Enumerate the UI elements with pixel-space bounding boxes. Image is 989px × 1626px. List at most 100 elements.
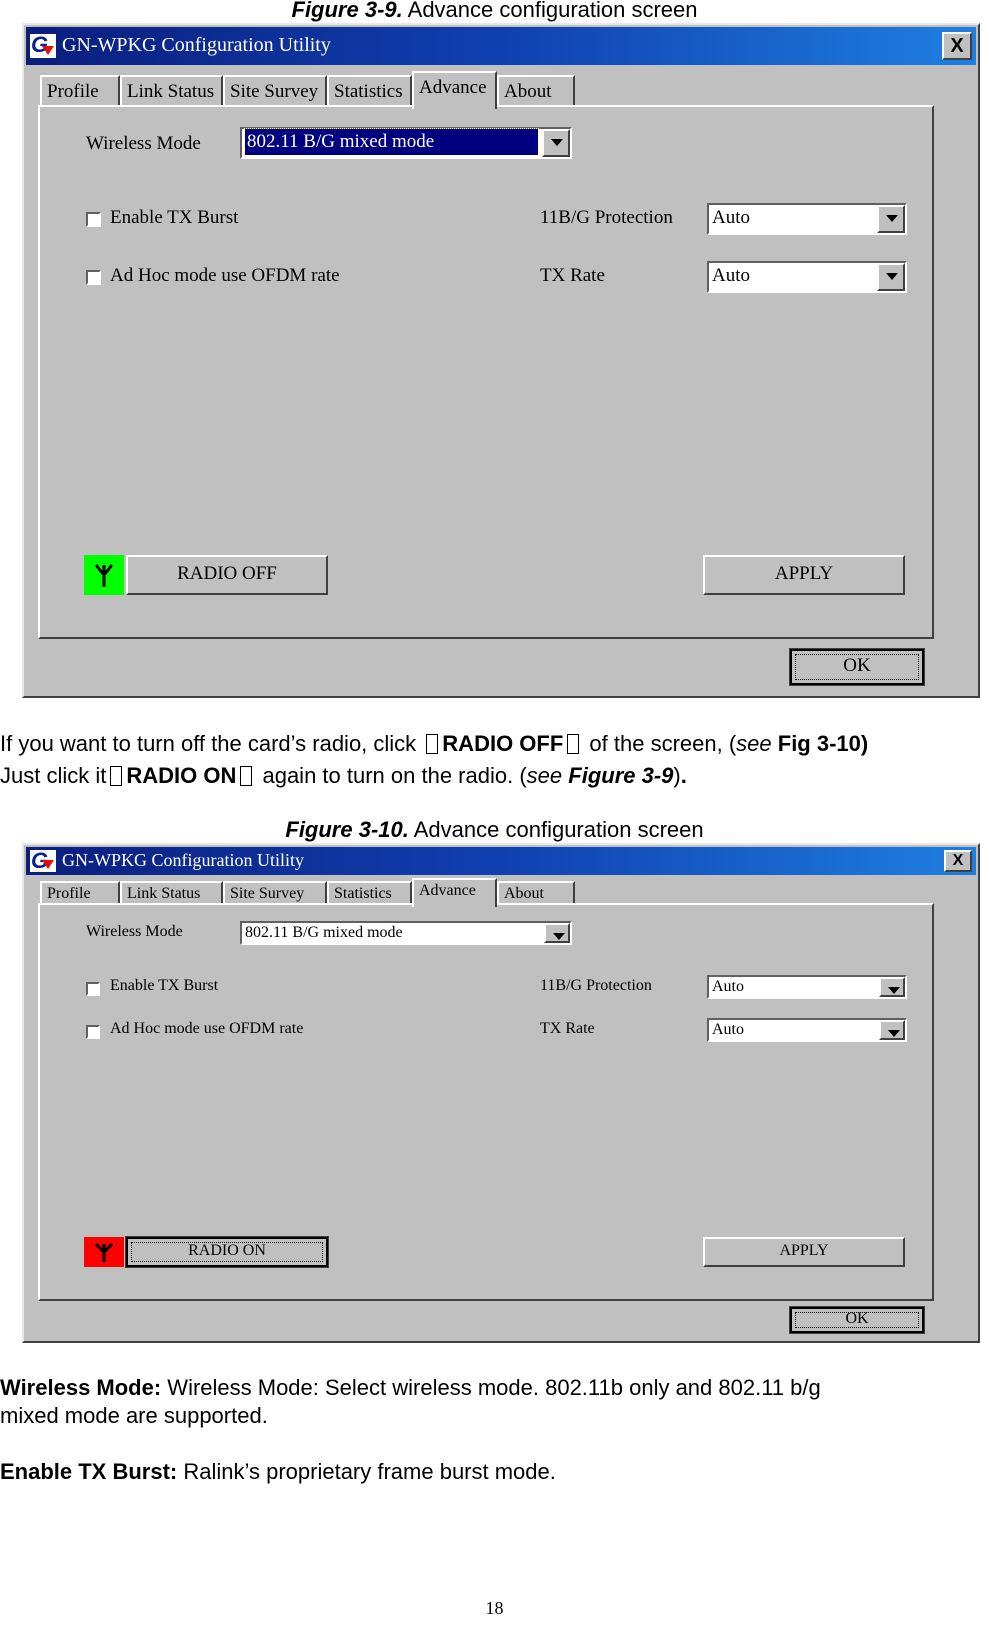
page-number: 18 <box>485 1598 504 1618</box>
term: Wireless Mode: <box>0 1375 162 1400</box>
tab-statistics[interactable]: Statistics <box>327 881 412 905</box>
wireless-mode-label: Wireless Mode <box>86 923 183 940</box>
apply-button[interactable]: APPLY <box>703 555 905 595</box>
radio-instructions-line-1: If you want to turn off the card’s radio… <box>0 728 868 760</box>
tab-label: Link Status <box>127 885 201 902</box>
text-run: see <box>736 731 772 756</box>
protection-value: Auto <box>712 207 750 228</box>
tab-profile[interactable]: Profile <box>40 881 120 905</box>
tab-label: About <box>504 885 544 902</box>
tab-advance[interactable]: Advance <box>412 878 497 907</box>
definition: mixed mode are supported. <box>0 1403 268 1428</box>
enable-tx-burst-checkbox[interactable] <box>86 982 100 996</box>
text-run: again to turn on the radio. ( <box>256 763 527 788</box>
adhoc-ofdm-checkbox[interactable] <box>86 270 101 285</box>
button-label: RADIO ON <box>188 1242 266 1259</box>
text-run: Fig 3-10) <box>771 731 869 756</box>
button-label: RADIO OFF <box>177 563 277 584</box>
enable-tx-burst-label: Enable TX Burst <box>110 207 239 228</box>
config-window: G GN-WPKG Configuration Utility X Profil… <box>22 843 980 1343</box>
tab-label: Profile <box>47 81 99 102</box>
protection-select[interactable]: Auto <box>707 203 907 235</box>
missing-glyph-icon <box>240 766 253 786</box>
missing-glyph-icon <box>567 734 580 754</box>
protection-select[interactable]: Auto <box>707 975 907 999</box>
text-run: of the screen, ( <box>583 731 737 756</box>
text-run: ) <box>673 763 681 788</box>
button-label: OK <box>845 1310 869 1327</box>
apply-button[interactable]: APPLY <box>703 1237 905 1267</box>
missing-glyph-icon <box>110 766 123 786</box>
protection-value: Auto <box>712 978 744 995</box>
tx-rate-select[interactable]: Auto <box>707 261 907 293</box>
text-run: If you want to turn off the card’s radio… <box>0 731 423 756</box>
radio-status-indicator <box>84 1237 124 1267</box>
text-run: . <box>680 763 687 788</box>
tab-label: Advance <box>419 77 487 98</box>
window-title: GN-WPKG Configuration Utility <box>62 34 331 56</box>
ok-button[interactable]: OK <box>789 648 925 686</box>
tx-rate-value: Auto <box>712 1021 744 1038</box>
radio-toggle-button[interactable]: RADIO ON <box>125 1236 329 1268</box>
tab-label: Link Status <box>127 81 215 102</box>
figure-caption: Figure 3-9. Advance configuration screen <box>0 0 989 22</box>
wireless-mode-select[interactable]: 802.11 B/G mixed mode <box>240 127 572 159</box>
tab-about[interactable]: About <box>497 75 575 107</box>
adhoc-ofdm-label: Ad Hoc mode use OFDM rate <box>110 265 340 286</box>
text-run: RADIO OFF <box>442 731 564 756</box>
tab-label: Statistics <box>334 885 392 902</box>
figure-caption-text: Advance configuration screen <box>408 817 704 842</box>
protection-label: 11B/G Protection <box>540 207 673 228</box>
close-icon: X <box>950 35 964 57</box>
tx-rate-label: TX Rate <box>540 265 605 286</box>
tab-link-status[interactable]: Link Status <box>120 881 223 905</box>
advance-panel: Wireless Mode 802.11 B/G mixed mode Enab… <box>38 903 934 1301</box>
antenna-icon <box>84 555 124 595</box>
close-icon: X <box>952 852 964 869</box>
enable-tx-burst-checkbox[interactable] <box>86 212 101 227</box>
chevron-down-icon[interactable] <box>879 1020 905 1040</box>
title-bar: G GN-WPKG Configuration Utility X <box>26 847 976 875</box>
wireless-mode-label: Wireless Mode <box>86 133 201 154</box>
tx-rate-value: Auto <box>712 265 750 286</box>
ok-button[interactable]: OK <box>789 1306 925 1334</box>
tab-site-survey[interactable]: Site Survey <box>223 881 327 905</box>
tab-advance[interactable]: Advance <box>412 71 497 109</box>
gigabyte-logo-icon: G <box>30 848 56 873</box>
advance-panel: Wireless Mode 802.11 B/G mixed mode Enab… <box>38 105 934 639</box>
tab-label: Advance <box>419 882 476 899</box>
text-run: RADIO ON <box>126 763 237 788</box>
tab-label: Site Survey <box>230 885 305 902</box>
tab-link-status[interactable]: Link Status <box>120 75 223 107</box>
tab-site-survey[interactable]: Site Survey <box>223 75 327 107</box>
title-bar: G GN-WPKG Configuration Utility X <box>26 27 976 65</box>
gigabyte-logo-icon: G <box>30 32 56 58</box>
radio-toggle-button[interactable]: RADIO OFF <box>126 555 328 595</box>
close-button[interactable]: X <box>942 32 972 60</box>
antenna-icon <box>84 1237 124 1267</box>
protection-label: 11B/G Protection <box>540 977 652 994</box>
tx-burst-description: Enable TX Burst: Ralink’s proprietary fr… <box>0 1458 556 1486</box>
adhoc-ofdm-label: Ad Hoc mode use OFDM rate <box>110 1020 304 1037</box>
close-button[interactable]: X <box>944 850 972 872</box>
radio-status-indicator <box>84 555 124 595</box>
chevron-down-icon[interactable] <box>542 129 570 157</box>
chevron-down-icon[interactable] <box>877 205 905 233</box>
tx-rate-select[interactable]: Auto <box>707 1018 907 1042</box>
missing-glyph-icon <box>426 734 439 754</box>
button-label: APPLY <box>774 563 834 584</box>
tab-profile[interactable]: Profile <box>40 75 120 107</box>
chevron-down-icon[interactable] <box>879 977 905 997</box>
wireless-mode-value: 802.11 B/G mixed mode <box>244 128 539 156</box>
chevron-down-icon[interactable] <box>877 263 905 291</box>
wireless-mode-select[interactable]: 802.11 B/G mixed mode <box>240 921 572 945</box>
wireless-mode-description: Wireless Mode: Wireless Mode: Select wir… <box>0 1374 821 1430</box>
tab-label: Profile <box>47 885 91 902</box>
tab-about[interactable]: About <box>497 881 575 905</box>
tab-statistics[interactable]: Statistics <box>327 75 412 107</box>
adhoc-ofdm-checkbox[interactable] <box>86 1025 100 1039</box>
window-title: GN-WPKG Configuration Utility <box>62 850 304 870</box>
figure-caption: Figure 3-10. Advance configuration scree… <box>0 818 989 842</box>
radio-instructions-line-2: Just click it RADIO ON again to turn on t… <box>0 760 687 792</box>
chevron-down-icon[interactable] <box>544 923 570 943</box>
